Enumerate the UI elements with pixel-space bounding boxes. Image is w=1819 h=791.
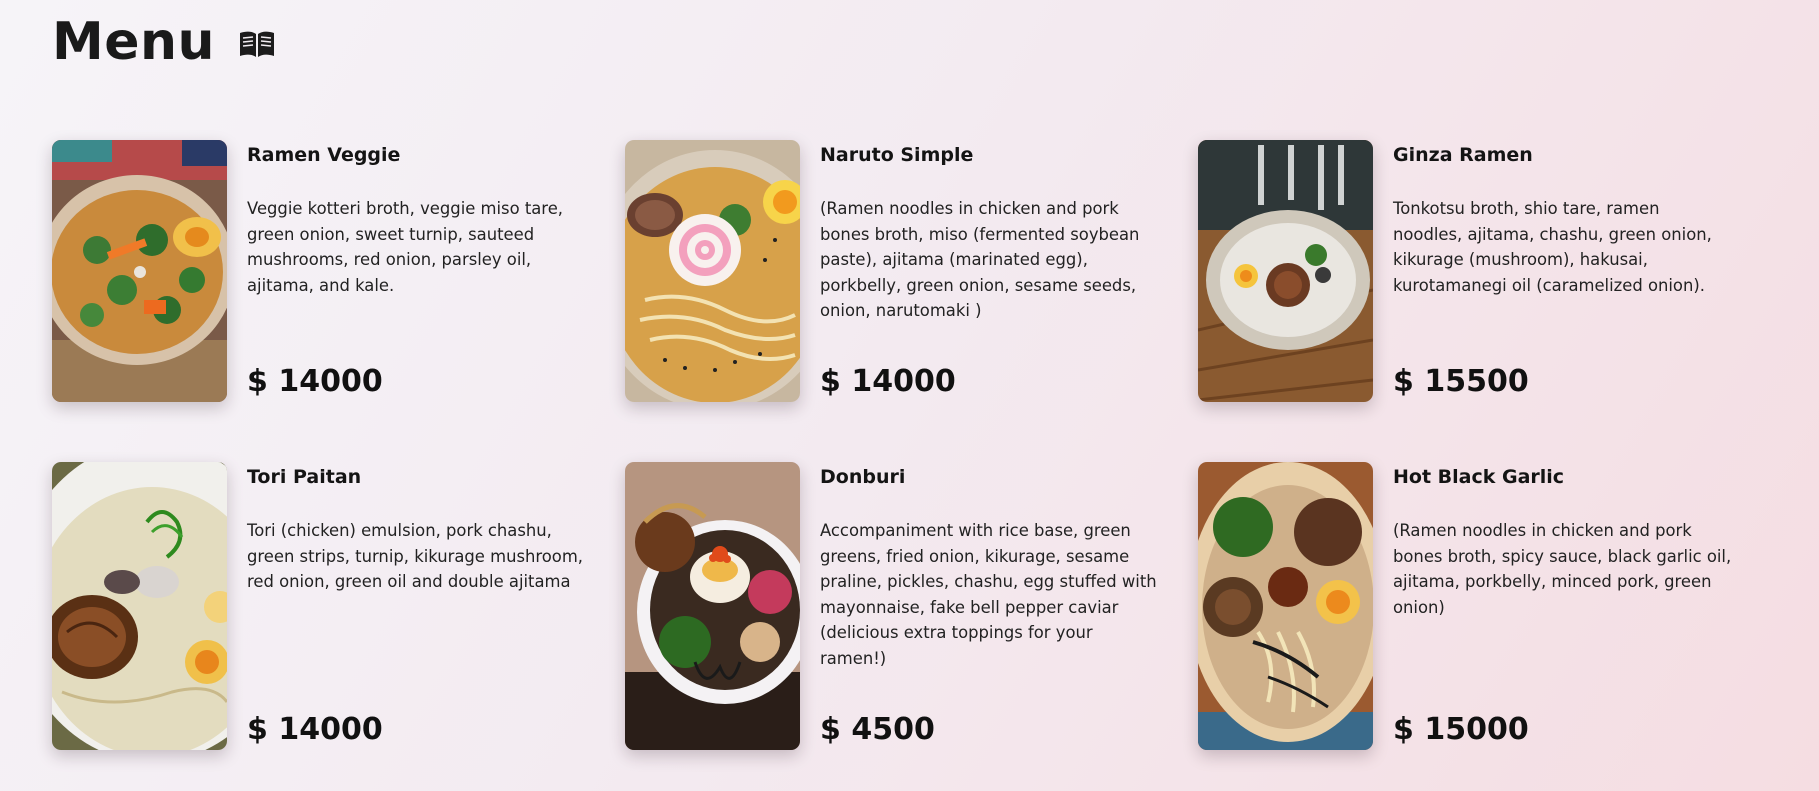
open-book-icon [237,28,277,60]
ginza-ramen-photo [1198,140,1373,402]
dish-name: Hot Black Garlic [1393,466,1565,488]
dish-info: Naruto Simple (Ramen noodles in chicken … [820,140,1160,402]
tori-paitan-photo [52,462,227,750]
dish-name: Naruto Simple [820,144,974,166]
donburi-photo [625,462,800,750]
menu-card[interactable]: Naruto Simple (Ramen noodles in chicken … [625,140,1198,402]
dish-description: Tonkotsu broth, shio tare, ramen noodles… [1393,199,1712,295]
menu-card[interactable]: Ginza Ramen Tonkotsu broth, shio tare, r… [1198,140,1771,402]
dish-name: Donburi [820,466,906,488]
menu-card[interactable]: Tori Paitan Tori (chicken) emulsion, por… [52,462,625,750]
dish-info: Tori Paitan Tori (chicken) emulsion, por… [247,462,587,750]
dish-info: Ginza Ramen Tonkotsu broth, shio tare, r… [1393,140,1733,402]
dish-price: $ 15500 [1393,364,1529,399]
menu-card[interactable]: Donburi Accompaniment with rice base, gr… [625,462,1198,750]
dish-price: $ 14000 [247,712,383,747]
dish-description: Tori (chicken) emulsion, pork chashu, gr… [247,521,583,591]
dish-name: Ginza Ramen [1393,144,1533,166]
menu-card[interactable]: Hot Black Garlic (Ramen noodles in chick… [1198,462,1771,750]
dish-info: Hot Black Garlic (Ramen noodles in chick… [1393,462,1733,750]
dish-price: $ 4500 [820,712,935,747]
page-header: Menu [52,6,277,78]
page-title: Menu [52,12,216,72]
dish-description: Accompaniment with rice base, green gree… [820,521,1157,668]
dish-description: (Ramen noodles in chicken and pork bones… [820,199,1140,320]
menu-card[interactable]: Ramen Veggie Veggie kotteri broth, veggi… [52,140,625,402]
dish-name: Tori Paitan [247,466,362,488]
dish-info: Donburi Accompaniment with rice base, gr… [820,462,1160,750]
menu-grid: Ramen Veggie Veggie kotteri broth, veggi… [52,140,1771,750]
naruto-simple-photo [625,140,800,402]
dish-price: $ 15000 [1393,712,1529,747]
dish-price: $ 14000 [247,364,383,399]
dish-price: $ 14000 [820,364,956,399]
dish-description: Veggie kotteri broth, veggie miso tare, … [247,199,563,295]
dish-description: (Ramen noodles in chicken and pork bones… [1393,521,1732,617]
dish-name: Ramen Veggie [247,144,401,166]
dish-info: Ramen Veggie Veggie kotteri broth, veggi… [247,140,587,402]
ramen-veggie-photo [52,140,227,402]
hot-black-garlic-photo [1198,462,1373,750]
